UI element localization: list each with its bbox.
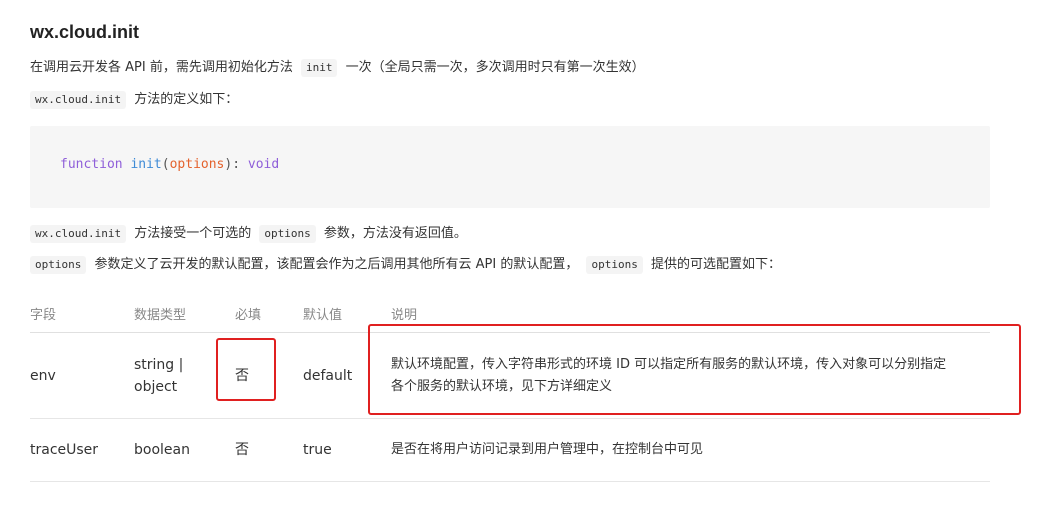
- code-line: function init(options): void: [60, 157, 279, 172]
- table-header-desc: 说明: [391, 308, 418, 323]
- cell-type: boolean: [134, 442, 190, 458]
- cell-default: true: [303, 442, 332, 458]
- inline-code-options-2: options: [30, 256, 87, 274]
- table-header-field: 字段: [30, 308, 57, 323]
- row-divider: [30, 418, 990, 419]
- options-text-2: 提供的可选配置如下：: [650, 257, 781, 272]
- intro-paragraph: 在调用云开发各 API 前，需先调用初始化方法 init 一次（全局只需一次，多…: [30, 58, 645, 78]
- page-title: wx.cloud.init: [30, 22, 140, 42]
- cell-default: default: [303, 368, 353, 384]
- code-function-name: init: [130, 157, 162, 172]
- required-highlight-box: [216, 338, 276, 401]
- inline-code-wx-cloud-init-2: wx.cloud.init: [30, 225, 127, 243]
- intro-text-before: 在调用云开发各 API 前，需先调用初始化方法: [30, 60, 293, 75]
- intro-text-after: 一次（全局只需一次，多次调用时只有第一次生效）: [345, 60, 645, 75]
- inline-code-init: init: [300, 59, 338, 77]
- inline-code-options: options: [259, 225, 316, 243]
- options-text-1: 参数定义了云开发的默认配置，该配置会作为之后调用其他所有云 API 的默认配置，: [94, 257, 579, 272]
- cell-field: traceUser: [30, 442, 99, 458]
- options-paragraph: options 参数定义了云开发的默认配置，该配置会作为之后调用其他所有云 AP…: [30, 255, 781, 275]
- code-keyword: function: [60, 157, 123, 172]
- code-open-paren: (: [161, 157, 170, 172]
- table-header-default: 默认值: [303, 308, 343, 323]
- cell-type-line1: string |: [134, 357, 184, 373]
- accepts-text-2: 参数，方法没有返回值。: [323, 226, 467, 241]
- inline-code-options-3: options: [586, 256, 643, 274]
- code-param: options: [169, 157, 225, 172]
- accepts-paragraph: wx.cloud.init 方法接受一个可选的 options 参数，方法没有返…: [30, 224, 467, 244]
- cell-type-line2: object: [134, 379, 178, 395]
- table-header-required: 必填: [235, 308, 262, 323]
- definition-paragraph: wx.cloud.init 方法的定义如下：: [30, 90, 238, 110]
- code-return-type: void: [247, 157, 280, 172]
- accepts-text-1: 方法接受一个可选的: [134, 226, 252, 241]
- table-header-type: 数据类型: [134, 308, 187, 323]
- cell-desc: 是否在将用户访问记录到用户管理中，在控制台中可见: [391, 442, 704, 457]
- cell-field: env: [30, 368, 56, 384]
- cell-required: 否: [235, 442, 249, 458]
- definition-text: 方法的定义如下：: [134, 92, 239, 107]
- code-close: ):: [224, 157, 241, 172]
- table-bottom-divider: [30, 481, 990, 482]
- description-highlight-box: [368, 324, 1021, 415]
- code-block: function init(options): void: [30, 126, 990, 208]
- inline-code-wx-cloud-init: wx.cloud.init: [30, 91, 127, 109]
